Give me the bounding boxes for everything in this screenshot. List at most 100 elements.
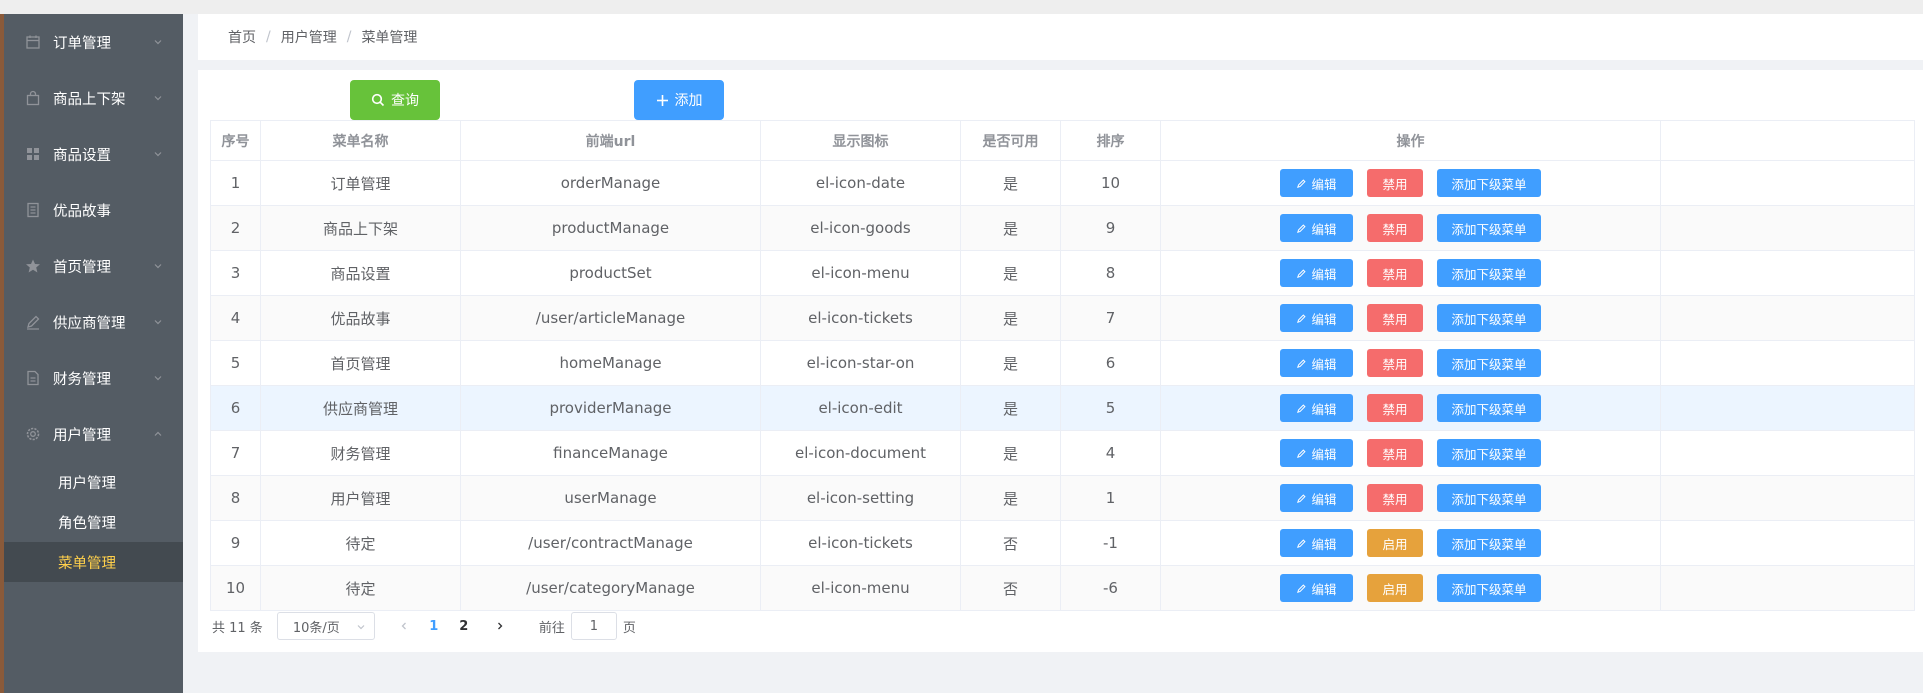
edit-button[interactable]: 编辑	[1280, 394, 1353, 422]
disable-button[interactable]: 禁用	[1367, 484, 1423, 512]
add-submenu-button[interactable]: 添加下级菜单	[1437, 529, 1541, 557]
edit-icon	[1297, 583, 1307, 593]
cell-icon: el-icon-goods	[760, 205, 961, 251]
sidebar-item-4[interactable]: 首页管理	[4, 238, 183, 294]
page-number-1[interactable]: 1	[419, 612, 449, 640]
page-number-2[interactable]: 2	[449, 612, 479, 640]
add-submenu-button[interactable]: 添加下级菜单	[1437, 259, 1541, 287]
cell-index: 8	[210, 475, 261, 521]
cell-filler	[1660, 250, 1915, 296]
cell-icon: el-icon-tickets	[760, 295, 961, 341]
cell-enabled: 是	[960, 475, 1061, 521]
disable-button[interactable]: 禁用	[1367, 259, 1423, 287]
sidebar-item-5[interactable]: 供应商管理	[4, 294, 183, 350]
menu-table: 序号 菜单名称 前端url 显示图标 是否可用 排序 操作 1 订单管理 order…	[210, 120, 1915, 611]
next-page-button[interactable]	[485, 612, 515, 640]
prev-page-button[interactable]	[389, 612, 419, 640]
cell-sort: 8	[1060, 250, 1161, 296]
add-submenu-button[interactable]: 添加下级菜单	[1437, 394, 1541, 422]
edit-icon	[1297, 268, 1307, 278]
cell-menu-name: 供应商管理	[260, 385, 461, 431]
add-submenu-button[interactable]: 添加下级菜单	[1437, 214, 1541, 242]
cell-url: productManage	[460, 205, 761, 251]
cell-url: financeManage	[460, 430, 761, 476]
submenu-item-2[interactable]: 菜单管理	[4, 542, 183, 582]
sidebar-item-3[interactable]: 优品故事	[4, 182, 183, 238]
enable-button[interactable]: 启用	[1367, 529, 1423, 557]
sidebar-item-1[interactable]: 商品上下架	[4, 70, 183, 126]
disable-button[interactable]: 禁用	[1367, 214, 1423, 242]
edit-button[interactable]: 编辑	[1280, 484, 1353, 512]
add-submenu-button[interactable]: 添加下级菜单	[1437, 484, 1541, 512]
add-submenu-button[interactable]: 添加下级菜单	[1437, 349, 1541, 377]
edit-button[interactable]: 编辑	[1280, 169, 1353, 197]
disable-button[interactable]: 禁用	[1367, 439, 1423, 467]
edit-button[interactable]: 编辑	[1280, 349, 1353, 377]
submenu-item-1[interactable]: 角色管理	[4, 502, 183, 542]
add-submenu-button[interactable]: 添加下级菜单	[1437, 169, 1541, 197]
window-top-strip	[0, 0, 1923, 14]
cell-filler	[1660, 565, 1915, 611]
breadcrumb-menu-manage: 菜单管理	[361, 30, 418, 46]
cell-actions: 编辑 禁用 添加下级菜单	[1160, 160, 1661, 206]
cell-icon: el-icon-tickets	[760, 520, 961, 566]
edit-button[interactable]: 编辑	[1280, 574, 1353, 602]
disable-button[interactable]: 禁用	[1367, 304, 1423, 332]
edit-button[interactable]: 编辑	[1280, 439, 1353, 467]
cell-sort: 5	[1060, 385, 1161, 431]
table-row: 9 待定/user/contractManage el-icon-tickets 否 -…	[210, 520, 1915, 566]
cell-menu-name: 待定	[260, 565, 461, 611]
setting-icon	[24, 426, 41, 443]
add-submenu-button[interactable]: 添加下级菜单	[1437, 304, 1541, 332]
cell-index: 7	[210, 430, 261, 476]
edit-button[interactable]: 编辑	[1280, 259, 1353, 287]
table-row: 6 供应商管理 providerManage el-icon-edit 是 5 编辑 禁用 添加…	[210, 385, 1915, 431]
breadcrumb-user-manage[interactable]: 用户管理	[281, 27, 337, 47]
enable-button[interactable]: 启用	[1367, 574, 1423, 602]
header-enabled: 是否可用	[960, 120, 1061, 161]
disable-button[interactable]: 禁用	[1367, 349, 1423, 377]
edit-button[interactable]: 编辑	[1280, 304, 1353, 332]
cell-enabled: 否	[960, 565, 1061, 611]
table-row: 1 订单管理 orderManage el-icon-date 是 10 编辑 禁用 添加下级菜…	[210, 160, 1915, 206]
edit-button[interactable]: 编辑	[1280, 529, 1353, 557]
cell-sort: 7	[1060, 295, 1161, 341]
sidebar-item-6[interactable]: 财务管理	[4, 350, 183, 406]
add-submenu-button[interactable]: 添加下级菜单	[1437, 439, 1541, 467]
cell-menu-name: 待定	[260, 520, 461, 566]
table-row: 8 用户管理 userManage el-icon-setting 是 1 编辑 禁用 添加下级…	[210, 475, 1915, 521]
chevron-down-icon	[154, 152, 162, 157]
query-button[interactable]: 查询	[350, 80, 440, 120]
disable-button[interactable]: 禁用	[1367, 394, 1423, 422]
main-card: 查询 添加 序号 菜单名称 前端url 显示图标 是否可用 排序 操作 1 订单管…	[198, 70, 1923, 652]
goto-page-input[interactable]	[570, 612, 617, 640]
cell-sort: 9	[1060, 205, 1161, 251]
edit-icon	[1297, 358, 1307, 368]
table-row: 7 财务管理 financeManage el-icon-document 是 4 编辑 禁用…	[210, 430, 1915, 476]
submenu-item-0[interactable]: 用户管理	[4, 462, 183, 502]
sidebar-item-0[interactable]: 订单管理	[4, 14, 183, 70]
cell-sort: 6	[1060, 340, 1161, 386]
cell-filler	[1660, 160, 1915, 206]
plus-icon	[656, 94, 668, 106]
cell-icon: el-icon-document	[760, 430, 961, 476]
cell-menu-name: 首页管理	[260, 340, 461, 386]
cell-menu-name: 商品上下架	[260, 205, 461, 251]
breadcrumb-home[interactable]: 首页	[228, 27, 256, 47]
edit-button[interactable]: 编辑	[1280, 214, 1353, 242]
add-button-label: 添加	[674, 93, 703, 109]
cell-index: 2	[210, 205, 261, 251]
chevron-down-icon	[154, 320, 162, 325]
cell-icon: el-icon-date	[760, 160, 961, 206]
add-button[interactable]: 添加	[634, 80, 724, 120]
disable-button[interactable]: 禁用	[1367, 169, 1423, 197]
breadcrumb-separator: /	[266, 29, 271, 45]
edit-icon	[1297, 403, 1307, 413]
add-submenu-button[interactable]: 添加下级菜单	[1437, 574, 1541, 602]
chevron-up-icon	[154, 431, 162, 436]
page-size-select[interactable]: 10条/页	[276, 612, 375, 640]
query-button-label: 查询	[391, 93, 419, 109]
edit-icon	[24, 314, 41, 331]
sidebar-item-7[interactable]: 用户管理	[4, 406, 183, 462]
sidebar-item-2[interactable]: 商品设置	[4, 126, 183, 182]
